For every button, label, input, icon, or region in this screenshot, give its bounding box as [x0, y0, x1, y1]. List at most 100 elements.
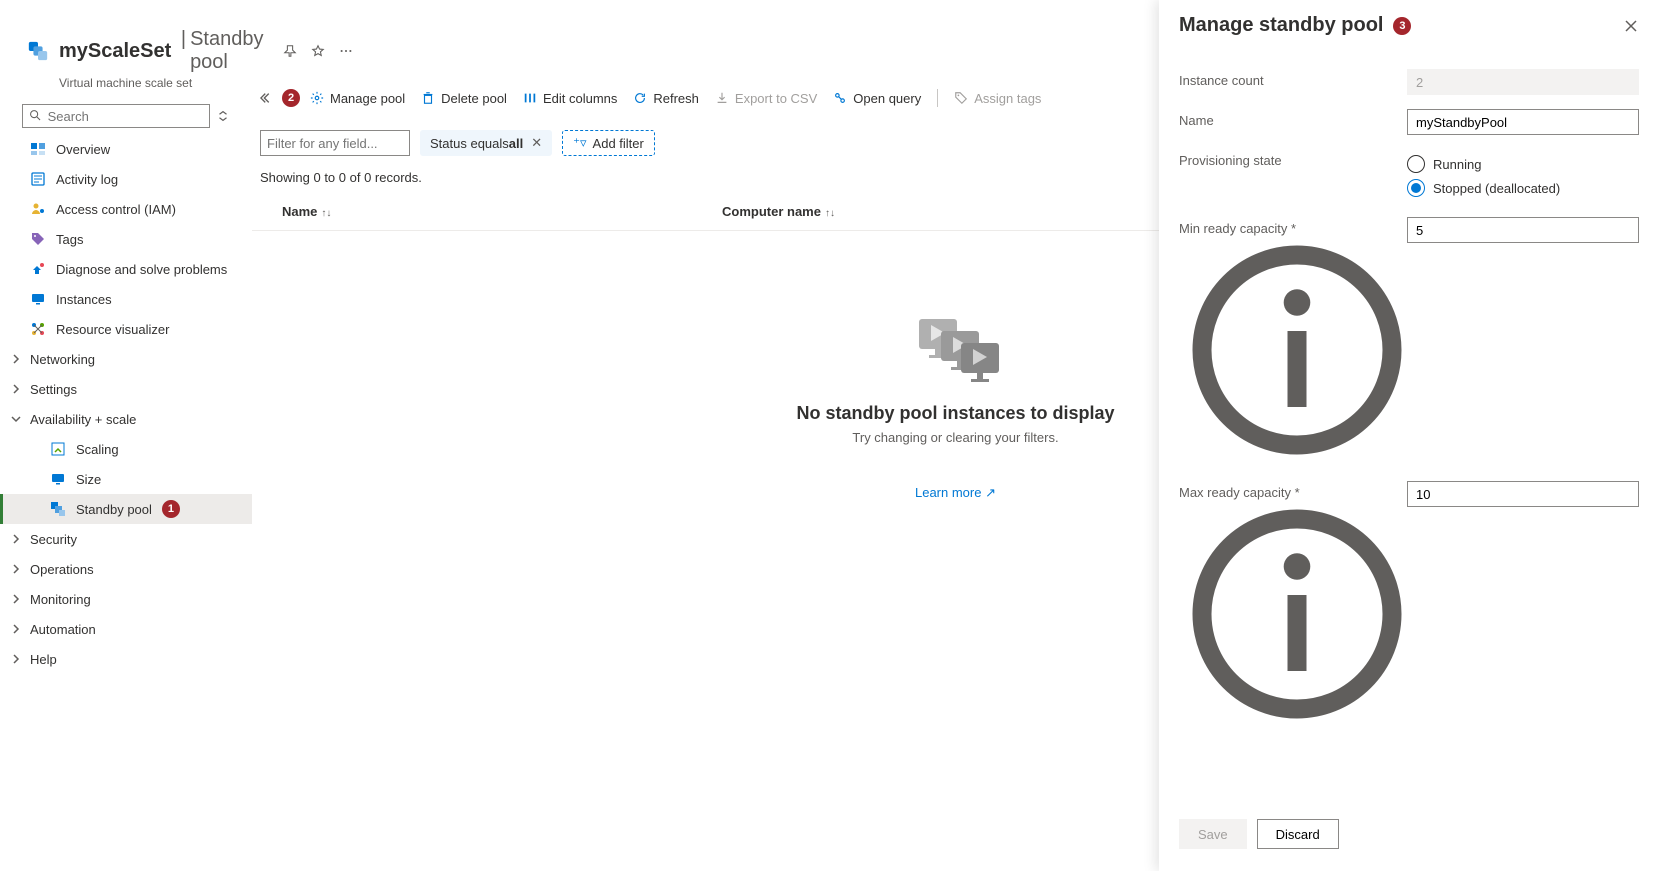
chevron-right-icon	[10, 623, 22, 635]
resource-name: myScaleSet	[59, 40, 171, 63]
chevron-right-icon	[10, 353, 22, 365]
export-csv-button: Export to CSV	[709, 84, 823, 112]
instance-count-input	[1407, 69, 1639, 95]
pill-prefix: Status equals	[430, 136, 509, 151]
column-name[interactable]: Name ↑↓	[282, 204, 722, 219]
name-input[interactable]	[1407, 109, 1639, 135]
radio-running[interactable]: Running	[1407, 155, 1639, 173]
edit-columns-label: Edit columns	[543, 91, 617, 106]
discard-button[interactable]: Discard	[1257, 819, 1339, 849]
close-icon[interactable]: ✕	[531, 135, 542, 151]
max-ready-input[interactable]	[1407, 481, 1639, 507]
sort-icon: ↑↓	[321, 208, 331, 219]
chevron-down-icon	[10, 413, 22, 425]
info-icon[interactable]	[1183, 452, 1411, 467]
max-ready-text: Max ready capacity *	[1179, 485, 1300, 500]
nav-label: Access control (IAM)	[56, 202, 176, 217]
nav-label: Availability + scale	[30, 412, 136, 427]
info-icon[interactable]	[1183, 716, 1411, 731]
nav-label: Resource visualizer	[56, 322, 169, 337]
nav-group-settings[interactable]: Settings	[0, 374, 252, 404]
panel-title: Manage standby pool	[1179, 14, 1383, 37]
nav-group-automation[interactable]: Automation	[0, 614, 252, 644]
min-ready-label: Min ready capacity *	[1179, 217, 1407, 467]
iam-icon	[30, 201, 46, 217]
nav-label: Standby pool	[76, 502, 152, 517]
refresh-button[interactable]: Refresh	[627, 84, 705, 112]
radio-icon[interactable]	[1407, 155, 1425, 173]
expand-collapse-icon[interactable]	[216, 109, 230, 123]
add-filter-label: Add filter	[593, 136, 644, 151]
nav-search-input[interactable]	[46, 108, 203, 125]
columns-icon	[523, 91, 537, 105]
column-computer-name[interactable]: Computer name↑↓	[722, 204, 835, 219]
manage-pool-label: Manage pool	[330, 91, 405, 106]
edit-columns-button[interactable]: Edit columns	[517, 84, 623, 112]
name-label: Name	[1179, 109, 1407, 128]
diagnose-icon	[30, 261, 46, 277]
radio-icon[interactable]	[1407, 179, 1425, 197]
search-icon	[29, 109, 42, 123]
nav-group-availability[interactable]: Availability + scale	[0, 404, 252, 434]
nav-group-operations[interactable]: Operations	[0, 554, 252, 584]
nav-label: Instances	[56, 292, 112, 307]
radio-stopped-label: Stopped (deallocated)	[1433, 181, 1560, 196]
nav-standby-pool[interactable]: Standby pool 1	[0, 494, 252, 524]
nav-label: Scaling	[76, 442, 119, 457]
refresh-label: Refresh	[653, 91, 699, 106]
nav-tags[interactable]: Tags	[0, 224, 252, 254]
min-ready-text: Min ready capacity *	[1179, 221, 1296, 236]
external-link-icon: ↗	[985, 485, 996, 500]
nav-access-control[interactable]: Access control (IAM)	[0, 194, 252, 224]
download-icon	[715, 91, 729, 105]
radio-running-label: Running	[1433, 157, 1481, 172]
manage-pool-button[interactable]: Manage pool	[304, 84, 411, 112]
learn-more-label: Learn more	[915, 485, 981, 500]
learn-more-link[interactable]: Learn more ↗	[915, 485, 996, 501]
save-button: Save	[1179, 819, 1247, 849]
nav-label: Networking	[30, 352, 95, 367]
max-ready-label: Max ready capacity *	[1179, 481, 1407, 731]
status-filter-pill[interactable]: Status equals all ✕	[420, 130, 552, 156]
delete-pool-button[interactable]: Delete pool	[415, 84, 513, 112]
nav-size[interactable]: Size	[0, 464, 252, 494]
nav-label: Automation	[30, 622, 96, 637]
field-filter-input[interactable]	[260, 130, 410, 156]
nav-scaling[interactable]: Scaling	[0, 434, 252, 464]
nav-group-monitoring[interactable]: Monitoring	[0, 584, 252, 614]
close-panel-icon[interactable]	[1623, 18, 1639, 34]
column-name-label: Name	[282, 204, 317, 219]
nav-group-security[interactable]: Security	[0, 524, 252, 554]
assign-tags-button: Assign tags	[948, 84, 1047, 112]
resource-type: Virtual machine scale set	[0, 76, 252, 90]
provisioning-state-label: Provisioning state	[1179, 149, 1407, 168]
add-filter-icon: ⁺▿	[573, 135, 586, 151]
min-ready-input[interactable]	[1407, 217, 1639, 243]
title-separator: |	[175, 28, 186, 74]
nav-activity-log[interactable]: Activity log	[0, 164, 252, 194]
empty-state-icon	[911, 311, 1001, 391]
scaling-icon	[50, 441, 66, 457]
nav-group-networking[interactable]: Networking	[0, 344, 252, 374]
add-filter-button[interactable]: ⁺▿ Add filter	[562, 130, 655, 156]
chevron-right-icon	[10, 533, 22, 545]
collapse-sidebar-icon[interactable]	[260, 91, 274, 105]
nav-label: Overview	[56, 142, 110, 157]
query-icon	[833, 91, 847, 105]
nav-group-help[interactable]: Help	[0, 644, 252, 674]
radio-stopped[interactable]: Stopped (deallocated)	[1407, 179, 1639, 197]
nav-overview[interactable]: Overview	[0, 134, 252, 164]
chevron-right-icon	[10, 593, 22, 605]
nav-instances[interactable]: Instances	[0, 284, 252, 314]
open-query-button[interactable]: Open query	[827, 84, 927, 112]
nav-diagnose[interactable]: Diagnose and solve problems	[0, 254, 252, 284]
manage-pool-panel: Manage standby pool 3 Instance count Nam…	[1159, 0, 1659, 871]
nav-label: Operations	[30, 562, 94, 577]
visualizer-icon	[30, 321, 46, 337]
nav-resource-visualizer[interactable]: Resource visualizer	[0, 314, 252, 344]
nav-search[interactable]	[22, 104, 210, 128]
column-computer-label: Computer name	[722, 204, 821, 219]
nav-label: Size	[76, 472, 101, 487]
tag-icon	[954, 91, 968, 105]
annotation-2: 2	[282, 89, 300, 107]
